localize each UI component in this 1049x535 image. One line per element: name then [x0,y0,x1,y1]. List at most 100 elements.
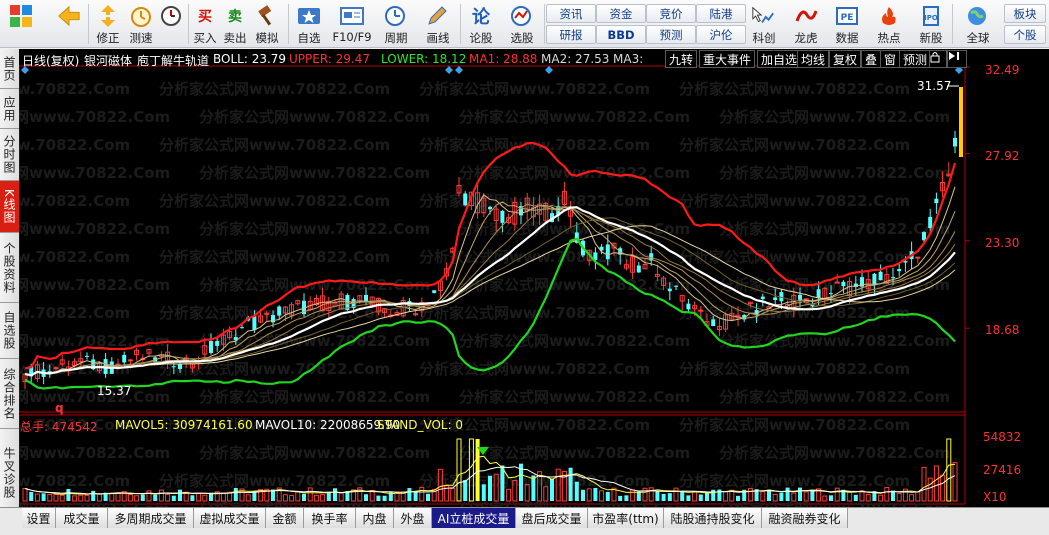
app-logo-button[interactable] [6,2,36,46]
f10-button[interactable]: F10/F9 [330,2,374,46]
watermark-text: 分析家公式网www.70822.Com [679,192,910,210]
speed-test-button[interactable]: 测速 [126,2,156,46]
candle-body-down [953,137,957,147]
tab-after-hours-volume[interactable]: 盘后成交量 [516,508,588,528]
ma-button[interactable]: 均线 [797,50,830,68]
period-button[interactable]: 周期 [376,2,416,46]
simulate-label: 模拟 [255,31,279,45]
global-button[interactable]: 全球 [958,2,998,46]
volume-bar-down [636,491,641,501]
watermark-text: 分析家公式网www.70822.Com [19,472,130,490]
watermark-text: 分析家公式网www.70822.Com [199,220,430,238]
tab-kline[interactable]: K线图 [0,181,19,233]
tab-home[interactable]: 首页 [0,49,19,89]
kline-chart-panel[interactable]: 分析家公式网www.70822.Com 分析家公式网www.70822.Com 分析… [19,49,1049,507]
sci-tech-button[interactable]: 科创 [748,2,780,46]
adjust-button[interactable]: 复权 [829,50,862,68]
global-label: 全球 [966,31,990,45]
discuss-icon: 论 [472,7,490,28]
clock-button[interactable] [156,2,186,46]
forecast-button[interactable]: 预测 [646,25,696,44]
watchlist-label: 自选 [297,31,321,45]
revise-button[interactable]: 修正 [92,2,124,46]
tab-pe-ttm[interactable]: 市盈率(ttm) [588,508,664,528]
bbd-button[interactable]: BBD [596,25,646,44]
candle-body-down [897,269,902,272]
watchlist-button[interactable]: 自选 [292,2,326,46]
tab-stock-profile[interactable]: 个股资料 [0,233,19,303]
research-button[interactable]: 研报 [546,25,596,44]
candle-body-down [500,210,505,223]
tab-diagnosis[interactable]: 牛叉诊股 [0,429,19,517]
expand-right-icon[interactable] [947,50,967,68]
data-button[interactable]: PE 数据 [830,2,864,46]
predict-button[interactable]: 预测 [899,50,932,68]
auction-button[interactable]: 竞价 [646,4,696,23]
tab-intraday[interactable]: 分时图 [0,129,19,181]
volume-bar-down [376,495,381,501]
tab-settings[interactable]: 设置 [22,508,56,528]
tab-inner-volume[interactable]: 内盘 [356,508,394,528]
watermark-text: 分析家公式网www.70822.Com [459,164,690,182]
tab-volume[interactable]: 成交量 [56,508,108,528]
news-button[interactable]: 资讯 [546,4,596,23]
tab-ranking[interactable]: 综合排名 [0,359,19,429]
tab-multi-period-volume[interactable]: 多周期成交量 [108,508,194,528]
candle-body-down [878,271,883,281]
fund-flow-button[interactable]: 资金 [596,4,646,23]
left-tab-bar: 首页 应用 分时图 K线图 个股资料 自选股 综合排名 牛叉诊股 [0,49,19,517]
tab-ai-volume[interactable]: AI立桩成交量 [432,508,516,528]
volume-bar-down [767,490,771,501]
simulate-button[interactable]: 模拟 [252,2,282,46]
dragon-tiger-button[interactable]: 龙虎 [788,2,824,46]
tab-turnover[interactable]: 换手率 [304,508,356,528]
candle-body-down [240,327,244,329]
tab-hk-holding-change[interactable]: 陆股通持股变化 [664,508,762,528]
sell-button[interactable]: 卖 卖出 [222,2,248,46]
pick-stock-button[interactable]: 选股 [502,2,542,46]
price-axis-label: 18.68 [985,323,1020,337]
candle-body-down [922,232,926,241]
overlay-button[interactable]: 叠 [861,50,882,68]
lock-icon[interactable] [929,50,947,68]
buy-button[interactable]: 买 买入 [192,2,218,46]
high-price-annotation: 31.57 [917,79,952,93]
buy-label: 买入 [193,31,217,45]
svg-text:IPO: IPO [924,14,938,22]
volume-bar-up [921,466,927,502]
single-stock-button[interactable]: 个股 [1004,25,1046,44]
sell-icon: 卖 [228,9,242,25]
volume-bar-down [233,487,238,501]
tab-outer-volume[interactable]: 外盘 [394,508,432,528]
tab-apps[interactable]: 应用 [0,89,19,129]
back-button[interactable] [54,2,84,46]
window-button[interactable]: 窗 [880,50,901,68]
tab-amount[interactable]: 金额 [266,508,304,528]
nine-turn-button[interactable]: 九转 [665,50,698,68]
tab-margin-change[interactable]: 融资融券变化 [762,508,848,528]
volume-bar-down [680,491,685,501]
hot-button[interactable]: 热点 [872,2,906,46]
volume-bar-down [686,495,691,501]
watermark-text: 分析家公式网www.70822.Com [199,108,430,126]
hk-connect-button[interactable]: 陆港 [696,4,746,23]
discuss-button[interactable]: 论 论股 [464,2,498,46]
watermark-text: 分析家公式网www.70822.Com [19,444,170,462]
ipo-button[interactable]: IPO 新股 [914,2,948,46]
major-events-button[interactable]: 重大事件 [699,50,756,68]
watermark-text: 分析家公式网www.70822.Com [419,80,650,98]
f10-label: F10/F9 [332,30,372,44]
shanghai-london-button[interactable]: 沪伦 [696,25,746,44]
candle-body-down [903,261,908,263]
candle-body-down [760,296,765,300]
candle-body-down [711,319,716,327]
tab-watchlist[interactable]: 自选股 [0,303,19,359]
sector-button[interactable]: 板块 [1004,4,1046,23]
watermark-text: 分析家公式网www.70822.Com [719,444,950,462]
draw-line-button[interactable]: 画线 [418,2,458,46]
volume-bar-down [140,494,145,501]
tab-virtual-volume[interactable]: 虚拟成交量 [194,508,266,528]
watermark-text: 分析家公式网www.70822.Com [719,220,950,238]
candle-body-down [829,293,833,295]
add-watchlist-button[interactable]: 加自选 [757,50,802,68]
